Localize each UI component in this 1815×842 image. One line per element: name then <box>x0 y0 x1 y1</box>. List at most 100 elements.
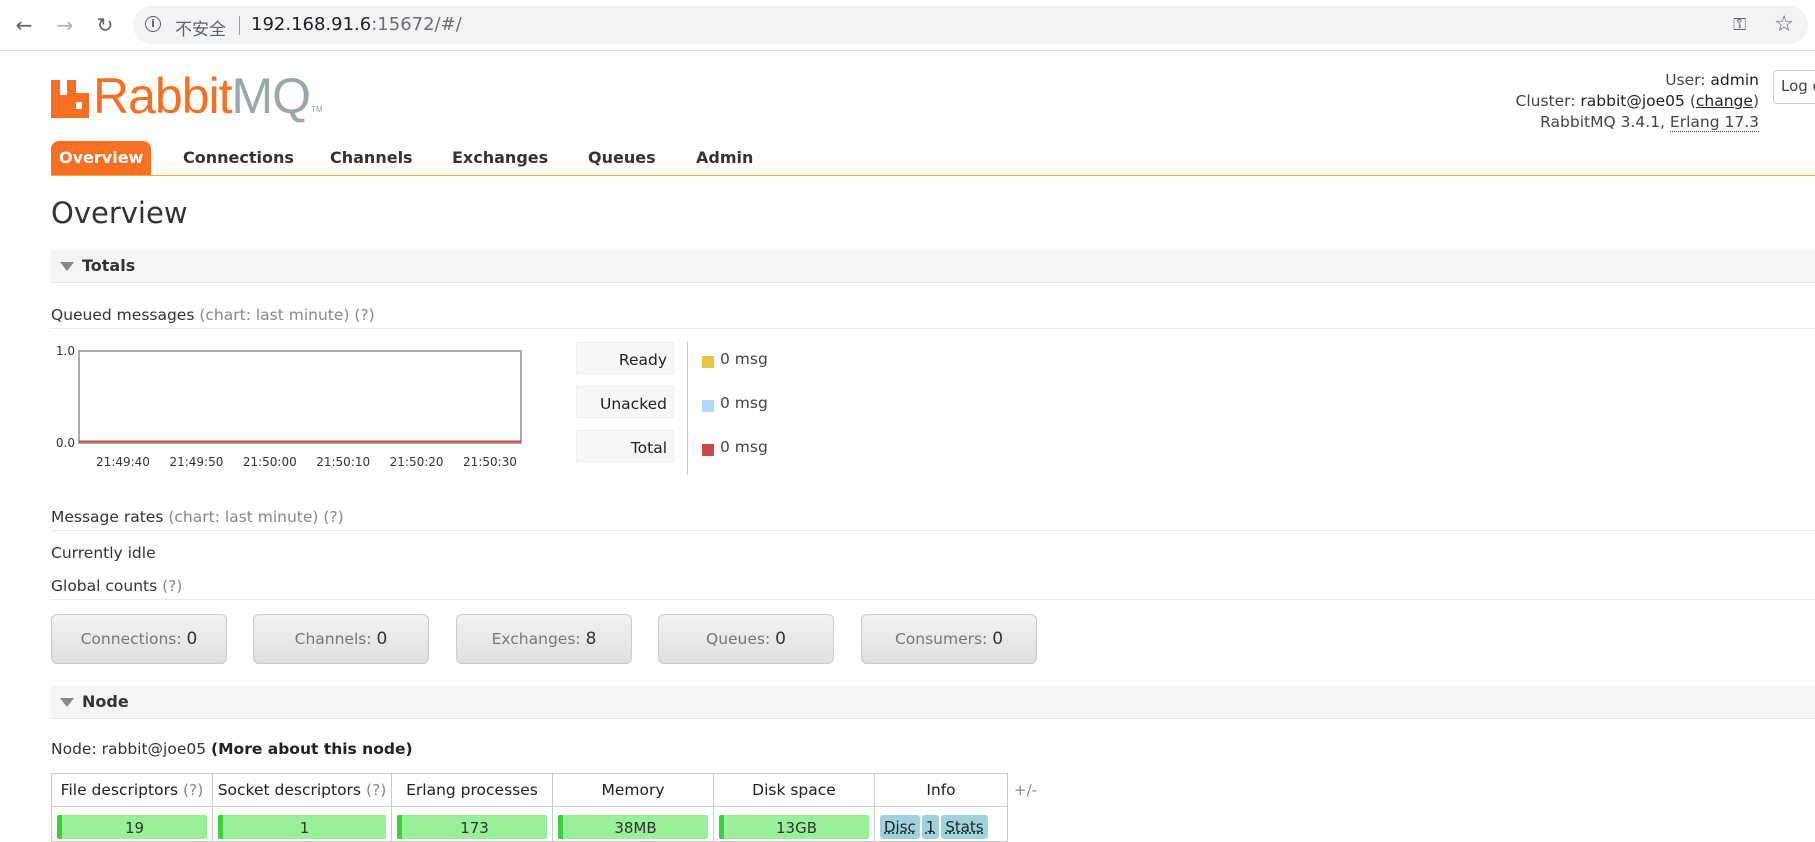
column-label: Socket descriptors <box>217 781 362 799</box>
column-label: File descriptors <box>60 781 179 799</box>
arrow-right-icon[interactable]: → <box>52 12 78 38</box>
info-icon[interactable]: i <box>145 16 161 32</box>
address-divider <box>239 16 240 35</box>
url-text[interactable]: 192.168.91.6:15672/#/ <box>251 14 462 35</box>
url-host: 192.168.91.6 <box>251 14 372 35</box>
column-label: Erlang processes <box>406 781 538 799</box>
info-tag-disc[interactable]: Disc <box>880 814 920 839</box>
message-rates-heading: Message rates (chart: last minute) (?) <box>51 508 1815 531</box>
column-header: Disk space <box>713 773 875 807</box>
collapse-triangle-icon <box>60 698 74 707</box>
star-icon[interactable]: ☆ <box>1774 12 1794 37</box>
count-label: Consumers: <box>894 630 988 648</box>
help-link[interactable]: (?) <box>183 781 203 799</box>
y-tick-label: 0.0 <box>56 436 75 450</box>
tab-overview[interactable]: Overview <box>51 141 152 175</box>
change-cluster-link[interactable]: change <box>1696 92 1753 110</box>
totals-label: Totals <box>82 256 136 275</box>
memory-bar: 38MB <box>558 814 708 839</box>
user-label: User: <box>1665 71 1706 89</box>
count-label: Queues: <box>706 630 771 648</box>
cluster-value: rabbit@joe05 <box>1580 92 1685 110</box>
legend-label-unacked: Unacked <box>576 386 674 418</box>
legend-label-ready: Ready <box>576 342 674 374</box>
table-cell: 1 <box>212 806 392 842</box>
table-cell: 13GB <box>713 806 875 842</box>
collapse-triangle-icon <box>60 262 74 271</box>
tab-admin[interactable]: Admin <box>688 141 761 173</box>
tab-connections[interactable]: Connections <box>175 141 302 173</box>
address-bar[interactable]: i 不安全 192.168.91.6:15672/#/ ⚿ ☆ <box>133 6 1808 44</box>
info-tag-count[interactable]: 1 <box>921 814 940 839</box>
global-counts-title: Global counts <box>51 577 158 595</box>
table-cell: Disc 1 Stats <box>874 806 1008 842</box>
x-tick-label: 21:50:30 <box>463 455 517 469</box>
global-counts-heading: Global counts (?) <box>51 577 1815 600</box>
column-label: Info <box>926 781 956 799</box>
tab-exchanges[interactable]: Exchanges <box>444 141 556 173</box>
more-about-node-link[interactable]: (More about this node) <box>211 740 413 758</box>
count-label: Exchanges: <box>491 630 581 648</box>
column-label: Memory <box>601 781 665 799</box>
message-rates-title: Message rates <box>51 508 164 526</box>
url-path: :15672/#/ <box>371 14 462 35</box>
legend-row-ready: Ready 0 msg <box>576 342 876 376</box>
node-name-label: Node: <box>51 740 97 758</box>
logo-trademark: TM <box>311 105 323 114</box>
queued-messages-note[interactable]: (chart: last minute) (?) <box>199 306 374 324</box>
rabbitmq-logo[interactable]: RabbitMQ TM <box>51 68 323 121</box>
version-text: RabbitMQ 3.4.1, <box>1540 113 1665 131</box>
count-value: 0 <box>992 629 1004 649</box>
currently-idle-text: Currently idle <box>51 544 156 562</box>
legend-swatch-total <box>702 444 714 456</box>
global-counts-help[interactable]: (?) <box>162 577 182 595</box>
channels-count-button[interactable]: Channels: 0 <box>253 614 429 664</box>
logo-wordmark: RabbitMQ <box>93 71 311 121</box>
column-header: Memory <box>552 773 714 807</box>
legend-swatch-ready <box>702 356 714 368</box>
socket-descriptors-bar: 1 <box>218 814 386 839</box>
logout-button[interactable]: Log out <box>1773 70 1815 104</box>
legend-row-unacked: Unacked 0 msg <box>576 386 876 420</box>
count-value: 0 <box>376 629 388 649</box>
arrow-left-icon[interactable]: ← <box>11 12 37 38</box>
connections-count-button[interactable]: Connections: 0 <box>51 614 227 664</box>
exchanges-count-button[interactable]: Exchanges: 8 <box>456 614 632 664</box>
legend-label-total: Total <box>576 430 674 462</box>
legend-value-ready: 0 msg <box>720 350 768 368</box>
legend-divider <box>687 342 688 475</box>
table-row: 19 1 173 38MB 13GB Disc 1 Stats <box>51 806 1008 842</box>
column-toggle-link[interactable]: +/- <box>1014 781 1037 799</box>
legend-value-total: 0 msg <box>720 438 768 456</box>
browser-toolbar: ← → ↻ i 不安全 192.168.91.6:15672/#/ ⚿ ☆ <box>0 0 1815 51</box>
consumers-count-button[interactable]: Consumers: 0 <box>861 614 1037 664</box>
column-header: Info <box>874 773 1008 807</box>
tab-channels[interactable]: Channels <box>322 141 421 173</box>
info-tag-stats[interactable]: Stats <box>941 814 988 839</box>
rabbitmq-logo-icon <box>51 80 89 118</box>
count-value: 8 <box>585 629 597 649</box>
help-link[interactable]: (?) <box>366 781 386 799</box>
queued-messages-chart: 0.0 1.0 21:49:40 21:49:50 21:50:00 21:50:10 21… <box>56 344 522 469</box>
node-name-value: rabbit@joe05 <box>101 740 207 758</box>
count-label: Connections: <box>80 630 182 648</box>
totals-section-header[interactable]: Totals <box>51 250 1815 283</box>
message-rates-note[interactable]: (chart: last minute) (?) <box>168 508 343 526</box>
chart-plot-area <box>78 350 522 444</box>
column-header: Erlang processes <box>391 773 553 807</box>
key-icon[interactable]: ⚿ <box>1733 15 1746 35</box>
legend-row-total: Total 0 msg <box>576 430 876 464</box>
x-tick-label: 21:50:10 <box>316 455 370 469</box>
main-tabs: Overview Connections Channels Exchanges … <box>51 141 1815 176</box>
y-tick-label: 1.0 <box>56 344 75 358</box>
insecure-label: 不安全 <box>175 20 226 40</box>
table-cell: 173 <box>391 806 553 842</box>
file-descriptors-bar: 19 <box>57 814 207 839</box>
tab-queues[interactable]: Queues <box>580 141 664 173</box>
queues-count-button[interactable]: Queues: 0 <box>658 614 834 664</box>
reload-icon[interactable]: ↻ <box>92 12 118 38</box>
queued-messages-title: Queued messages <box>51 306 195 324</box>
node-section-header[interactable]: Node <box>51 686 1815 719</box>
cluster-label: Cluster: <box>1515 92 1576 110</box>
count-label: Channels: <box>294 630 372 648</box>
